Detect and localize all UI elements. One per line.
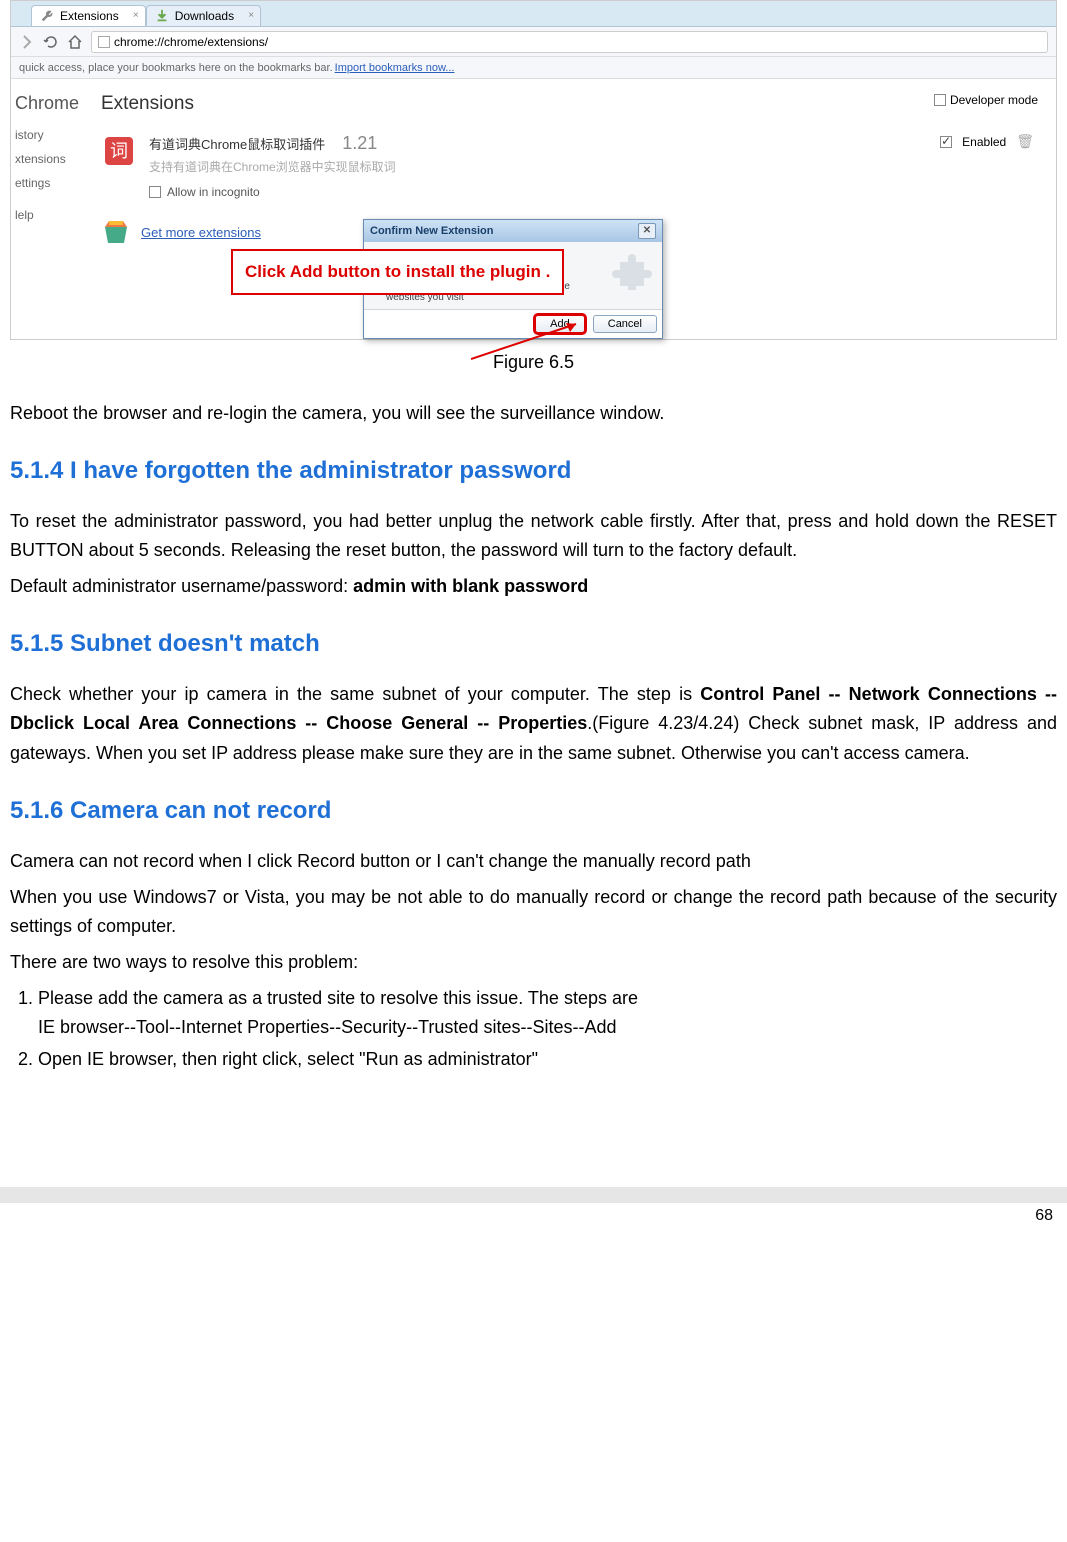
chrome-brand: Chrome (15, 93, 101, 114)
tab-strip: Extensions × Downloads × (11, 1, 1056, 27)
enabled-label: Enabled (962, 135, 1006, 149)
bookmark-hint: quick access, place your bookmarks here … (19, 62, 333, 74)
sidebar: Chrome istory xtensions ettings lelp (11, 93, 101, 319)
address-input[interactable]: chrome://chrome/extensions/ (91, 31, 1048, 53)
tab-label: Downloads (175, 9, 234, 23)
tab-label: Extensions (60, 9, 119, 23)
reload-icon[interactable] (43, 34, 59, 50)
steps-list: Please add the camera as a trusted site … (10, 984, 1057, 1075)
home-icon[interactable] (67, 34, 83, 50)
close-icon[interactable]: × (133, 10, 139, 21)
sidebar-extensions[interactable]: xtensions (15, 152, 101, 166)
incognito-label: Allow in incognito (167, 185, 260, 199)
dialog-title: Confirm New Extension (370, 225, 493, 237)
wrench-icon (40, 9, 54, 23)
close-icon[interactable]: ✕ (638, 223, 656, 239)
download-icon (155, 9, 169, 23)
dialog-titlebar: Confirm New Extension ✕ (364, 220, 662, 242)
section-heading-516: 5.1.6 Camera can not record (10, 797, 1057, 825)
address-text: chrome://chrome/extensions/ (114, 35, 268, 49)
text: Check whether your ip camera in the same… (10, 684, 700, 704)
extensions-content: Chrome istory xtensions ettings lelp Ext… (11, 79, 1056, 339)
webstore-icon (101, 217, 131, 247)
extension-version: 1.21 (342, 133, 377, 153)
extension-icon: 词 (101, 133, 137, 169)
incognito-toggle[interactable]: Allow in incognito (149, 185, 928, 199)
section-heading-514: 5.1.4 I have forgotten the administrator… (10, 457, 1057, 485)
instruction-callout: Click Add button to install the plugin . (231, 249, 564, 295)
forward-icon[interactable] (19, 34, 35, 50)
svg-text:词: 词 (110, 141, 128, 161)
cancel-button[interactable]: Cancel (593, 315, 657, 333)
paragraph: Camera can not record when I click Recor… (10, 847, 1057, 877)
address-bar-row: chrome://chrome/extensions/ (11, 27, 1056, 57)
extension-name: 有道词典Chrome鼠标取词插件 (149, 137, 325, 152)
page-heading: Extensions (101, 93, 1044, 115)
page-footer: 68 (0, 1187, 1067, 1225)
checkbox-icon[interactable] (934, 94, 946, 106)
text-bold: admin with blank password (353, 576, 588, 596)
sidebar-settings[interactable]: ettings (15, 176, 101, 190)
sidebar-help[interactable]: lelp (15, 208, 101, 222)
paragraph: Check whether your ip camera in the same… (10, 680, 1057, 769)
puzzle-icon (612, 250, 652, 290)
close-icon[interactable]: × (248, 10, 254, 21)
paragraph: When you use Windows7 or Vista, you may … (10, 883, 1057, 942)
bookmark-bar: quick access, place your bookmarks here … (11, 57, 1056, 79)
enabled-checkbox[interactable] (940, 136, 952, 148)
get-more-extensions-link[interactable]: Get more extensions (141, 225, 261, 240)
extension-row: 词 有道词典Chrome鼠标取词插件 1.21 支持有道词典在Chrome浏览器… (101, 133, 1044, 199)
section-heading-515: 5.1.5 Subnet doesn't match (10, 630, 1057, 658)
trash-icon[interactable]: 🗑 (1016, 133, 1034, 150)
browser-screenshot: Extensions × Downloads × chrome://chrome… (10, 0, 1057, 340)
page-icon (98, 36, 110, 48)
extension-description: 支持有道词典在Chrome浏览器中实现鼠标取词 (149, 158, 928, 175)
sidebar-history[interactable]: istory (15, 128, 101, 142)
paragraph: There are two ways to resolve this probl… (10, 948, 1057, 978)
tab-extensions[interactable]: Extensions × (31, 5, 146, 26)
paragraph: To reset the administrator password, you… (10, 507, 1057, 566)
tab-downloads[interactable]: Downloads × (146, 5, 261, 26)
developer-mode-label: Developer mode (950, 93, 1038, 107)
list-item: Please add the camera as a trusted site … (38, 984, 1057, 1043)
developer-mode-toggle[interactable]: Developer mode (934, 93, 1038, 107)
paragraph: Reboot the browser and re-login the came… (10, 399, 1057, 429)
page-number: 68 (0, 1203, 1067, 1225)
paragraph: Default administrator username/password:… (10, 572, 1057, 602)
text: Default administrator username/password: (10, 576, 353, 596)
text: IE browser--Tool--Internet Properties--S… (38, 1017, 617, 1037)
checkbox-icon[interactable] (149, 186, 161, 198)
text: Please add the camera as a trusted site … (38, 988, 638, 1008)
callout-arrow (471, 319, 591, 369)
import-bookmarks-link[interactable]: Import bookmarks now... (335, 62, 455, 74)
list-item: Open IE browser, then right click, selec… (38, 1045, 1057, 1075)
